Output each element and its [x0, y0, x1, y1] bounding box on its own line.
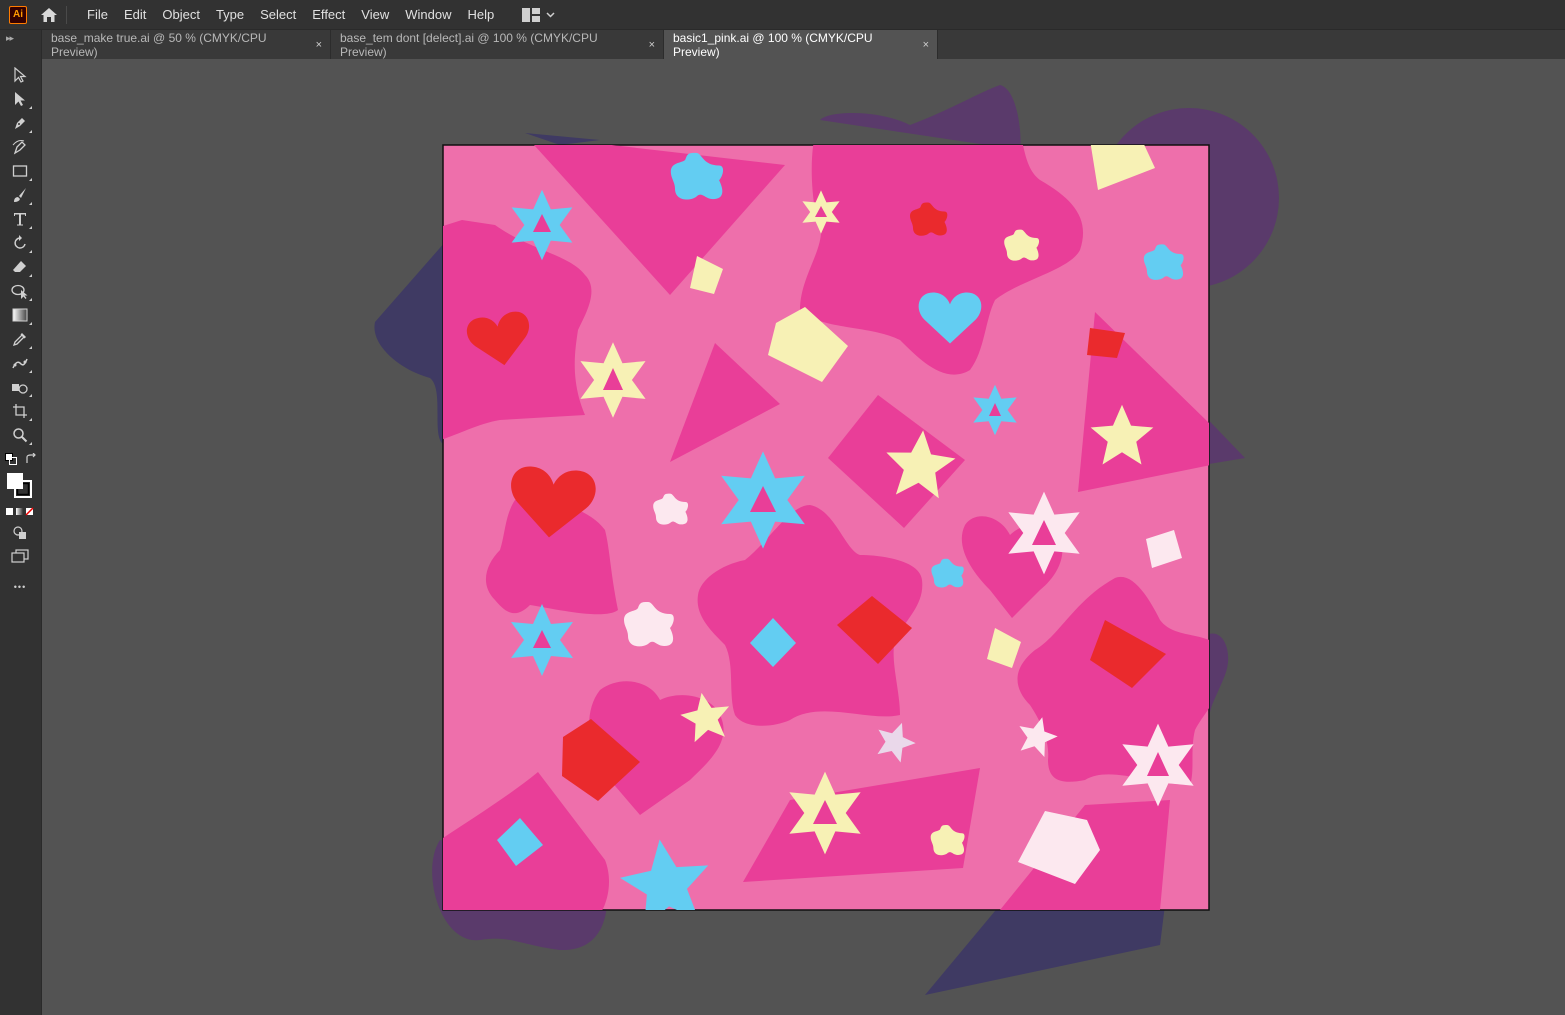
flyout-indicator-icon — [29, 202, 32, 205]
menu-edit[interactable]: Edit — [116, 0, 154, 29]
artwork-svg — [374, 85, 1279, 995]
canvas-area[interactable] — [42, 59, 1565, 1015]
eyedropper-icon — [12, 333, 26, 347]
swap-arrow-icon — [26, 453, 36, 463]
artboard-icon — [13, 404, 27, 418]
fill-stroke-icon — [7, 473, 32, 498]
flyout-indicator-icon — [29, 418, 32, 421]
flyout-indicator-icon — [29, 274, 32, 277]
document-tab-bar: base_make true.ai @ 50 % (CMYK/CPU Previ… — [42, 30, 1565, 59]
document-tab-label: base_make true.ai @ 50 % (CMYK/CPU Previ… — [51, 30, 267, 59]
flyout-indicator-icon — [29, 370, 32, 373]
flyout-indicator-icon — [29, 130, 32, 133]
document-tab-active[interactable]: basic1_pink.ai @ 100 % (CMYK/CPU Preview… — [664, 30, 938, 59]
curvature-tool-button[interactable] — [8, 136, 32, 158]
color-none-gradient-icon — [6, 507, 34, 516]
close-icon[interactable]: × — [316, 39, 322, 51]
home-icon — [41, 7, 57, 22]
type-tool-button[interactable] — [8, 208, 32, 230]
paintbrush-tool-button[interactable] — [8, 184, 32, 206]
rectangle-icon — [12, 165, 28, 177]
flyout-indicator-icon — [29, 250, 32, 253]
flyout-indicator-icon — [29, 106, 32, 109]
flyout-indicator-icon — [29, 178, 32, 181]
gradient-icon — [12, 308, 28, 322]
rectangle-tool-button[interactable] — [8, 160, 32, 182]
swap-fill-stroke-button[interactable] — [22, 450, 40, 468]
rotate-tool-button[interactable] — [8, 232, 32, 254]
menu-help[interactable]: Help — [459, 0, 502, 29]
direct-selection-icon — [15, 92, 25, 106]
close-icon[interactable]: × — [649, 39, 655, 51]
flyout-indicator-icon — [29, 442, 32, 445]
symbol-sprayer-icon — [12, 384, 28, 394]
menu-view[interactable]: View — [353, 0, 397, 29]
document-tab-label: base_tem dont [delect].ai @ 100 % (CMYK/… — [340, 30, 598, 59]
menu-window[interactable]: Window — [397, 0, 459, 29]
chevron-down-icon — [546, 11, 555, 18]
curvature-pen-icon — [12, 140, 26, 155]
fill-stroke-swatch[interactable] — [4, 470, 36, 502]
menu-type[interactable]: Type — [208, 0, 252, 29]
zoom-magnifier-icon — [13, 428, 28, 443]
workspace-layout-icon — [522, 7, 541, 22]
eyedropper-tool-button[interactable] — [8, 328, 32, 350]
zoom-tool-button[interactable] — [8, 424, 32, 446]
default-fill-stroke-button[interactable] — [2, 450, 20, 468]
more-tools-icon: ••• — [13, 582, 27, 592]
menu-object[interactable]: Object — [154, 0, 208, 29]
puppet-warp-icon — [12, 358, 28, 369]
type-t-icon — [14, 213, 26, 226]
color-mode-buttons[interactable] — [4, 505, 36, 519]
workspace-switcher-button[interactable] — [522, 7, 555, 22]
symbol-sprayer-tool-button[interactable] — [8, 376, 32, 398]
document-tab[interactable]: base_tem dont [delect].ai @ 100 % (CMYK/… — [331, 30, 664, 59]
menu-effect[interactable]: Effect — [304, 0, 353, 29]
flyout-indicator-icon — [29, 226, 32, 229]
menu-separator — [66, 5, 67, 24]
document-tab-label: basic1_pink.ai @ 100 % (CMYK/CPU Preview… — [673, 30, 873, 59]
close-icon[interactable]: × — [923, 39, 929, 51]
gradient-tool-button[interactable] — [8, 304, 32, 326]
screen-mode-icon — [11, 549, 29, 563]
selection-arrow-icon — [14, 67, 27, 83]
shape-builder-icon — [11, 284, 28, 299]
flyout-indicator-icon — [29, 322, 32, 325]
eraser-icon — [13, 261, 26, 272]
rotate-icon — [14, 235, 26, 249]
tools-panel: ▸▸ ••• — [0, 30, 42, 1015]
flyout-indicator-icon — [29, 298, 32, 301]
direct-selection-tool-button[interactable] — [8, 88, 32, 110]
puppet-warp-tool-button[interactable] — [8, 352, 32, 374]
selection-tool-button[interactable] — [8, 64, 32, 86]
menu-bar: Ai File Edit Object Type Select Effect V… — [0, 0, 1565, 30]
pen-tool-button[interactable] — [8, 112, 32, 134]
paintbrush-icon — [14, 188, 26, 202]
flyout-indicator-icon — [29, 394, 32, 397]
eraser-tool-button[interactable] — [8, 256, 32, 278]
menu-file[interactable]: File — [79, 0, 116, 29]
draw-normal-icon — [13, 526, 26, 539]
default-colors-icon — [5, 453, 17, 465]
menu-select[interactable]: Select — [252, 0, 304, 29]
shape-builder-tool-button[interactable] — [8, 280, 32, 302]
panel-collapse-icon[interactable]: ▸▸ — [6, 33, 14, 44]
home-button[interactable] — [38, 4, 60, 26]
edit-toolbar-button[interactable]: ••• — [8, 576, 32, 598]
screen-mode-button[interactable] — [8, 545, 32, 567]
illustrator-logo-icon: Ai — [9, 5, 27, 24]
artboard-tool-button[interactable] — [8, 400, 32, 422]
document-tab[interactable]: base_make true.ai @ 50 % (CMYK/CPU Previ… — [42, 30, 331, 59]
flyout-indicator-icon — [29, 346, 32, 349]
drawing-mode-button[interactable] — [8, 522, 32, 544]
pen-icon — [15, 118, 25, 129]
